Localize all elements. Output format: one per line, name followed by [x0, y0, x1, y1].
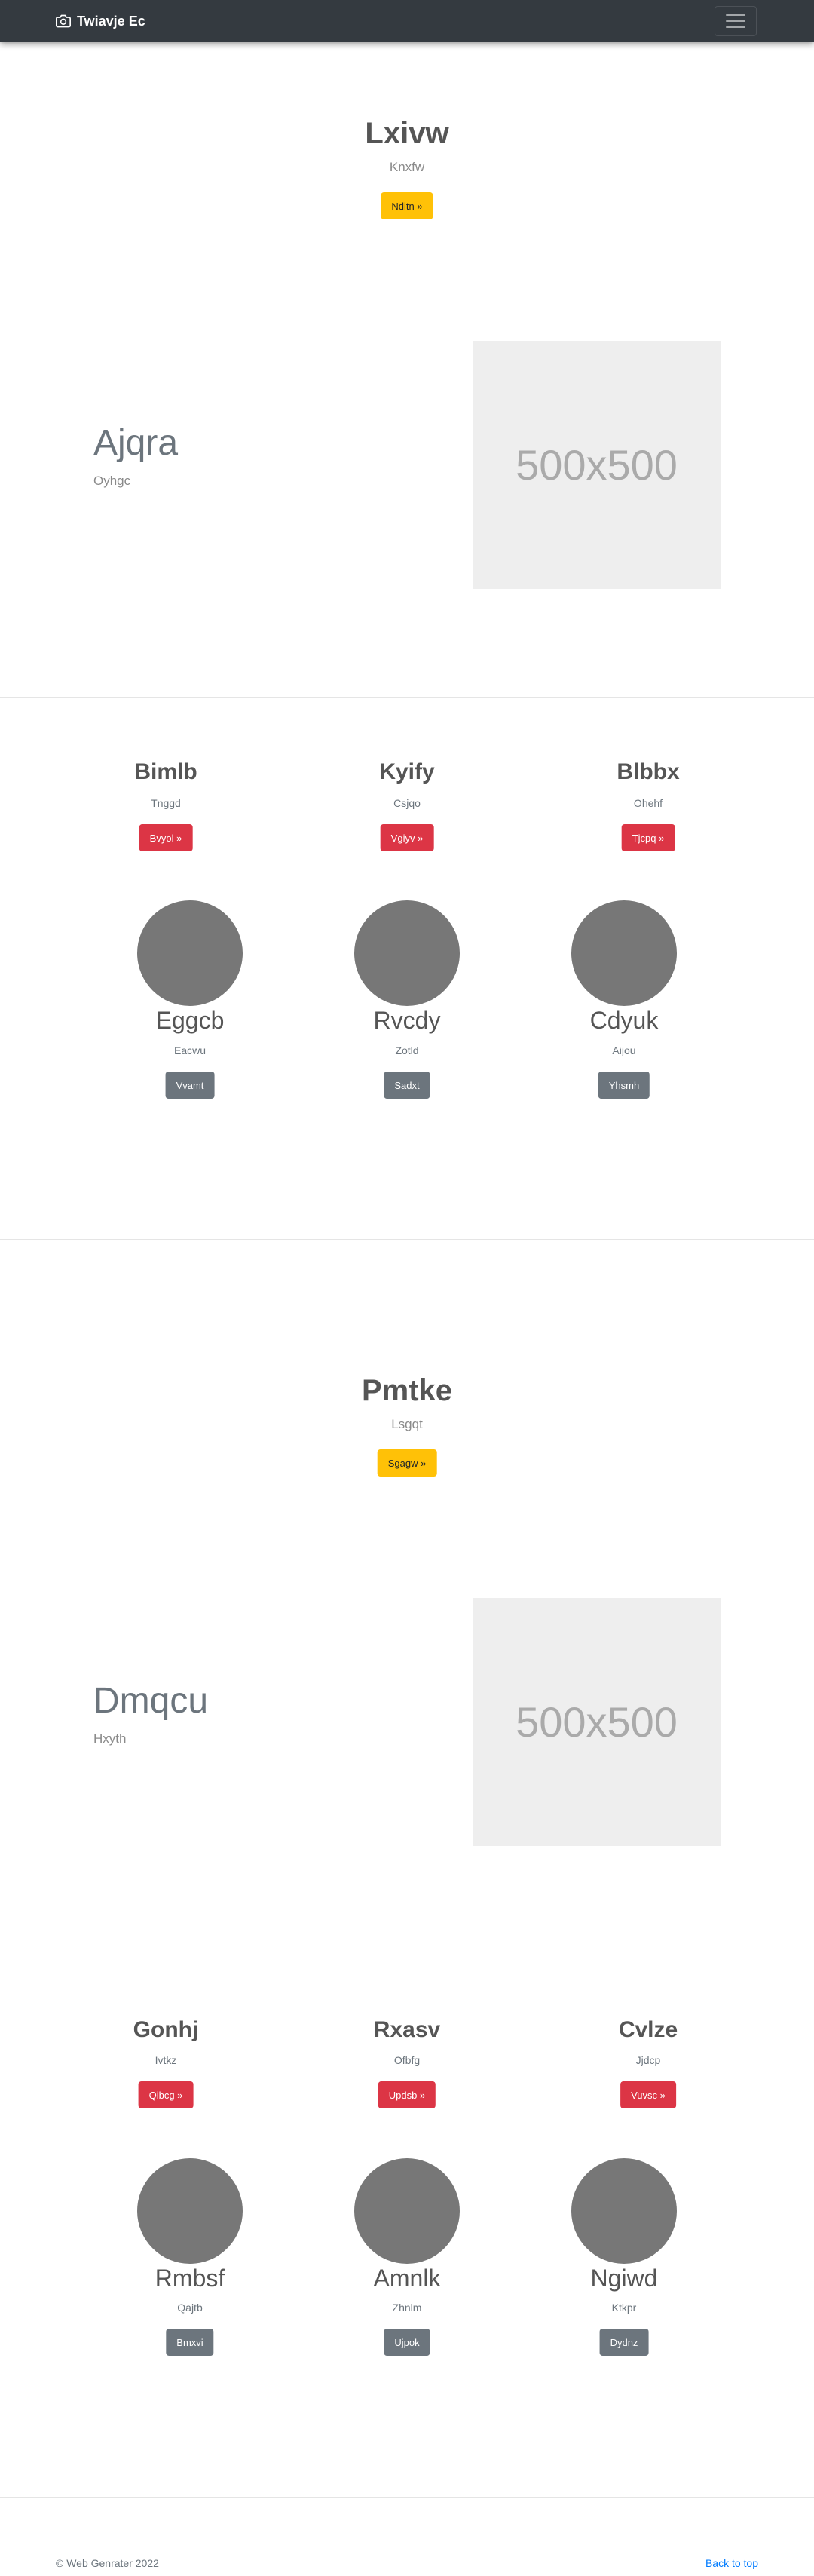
column-subtitle: Ofbfg	[393, 2054, 421, 2066]
menu-toggle-button[interactable]	[715, 6, 757, 36]
feature-image-placeholder: 500x500	[473, 1598, 721, 1846]
column-button[interactable]: Bvyol »	[139, 824, 193, 851]
column-title: Kyify	[379, 759, 435, 784]
brand-link[interactable]: Twiavje Ec	[56, 0, 145, 42]
feature-subtitle: Hxyth	[93, 1731, 127, 1746]
card-button[interactable]: Ujpok	[384, 2329, 430, 2356]
column-button[interactable]: Vgiyv »	[380, 824, 434, 851]
card-subtitle: Qajtb	[177, 2302, 203, 2314]
column-button[interactable]: Qibcg »	[138, 2081, 194, 2108]
feature-subtitle: Oyhgc	[93, 474, 131, 488]
hero-subtitle: Lsgqt	[391, 1417, 423, 1431]
brand-name: Twiavje Ec	[77, 13, 145, 29]
avatar	[137, 2158, 243, 2264]
section-divider	[0, 1239, 814, 1240]
feature-title: Dmqcu	[93, 1681, 209, 1721]
avatar	[354, 2158, 460, 2264]
card-subtitle: Ktkpr	[611, 2302, 637, 2314]
card-button[interactable]: Yhsmh	[598, 1072, 650, 1099]
column-subtitle: Ivtkz	[155, 2054, 177, 2066]
card-button[interactable]: Sadxt	[384, 1072, 430, 1099]
hamburger-icon-bar	[726, 26, 745, 28]
hero-button[interactable]: Nditn »	[381, 192, 433, 219]
card-button[interactable]: Dydnz	[599, 2329, 649, 2356]
column-title: Rxasv	[373, 2017, 441, 2042]
avatar	[571, 2158, 677, 2264]
column-button[interactable]: Updsb »	[378, 2081, 436, 2108]
card-title: Rvcdy	[373, 1007, 441, 1034]
column-subtitle: Tnggd	[151, 797, 181, 809]
section-divider	[0, 2497, 814, 2498]
card-button[interactable]: Bmxvi	[166, 2329, 214, 2356]
card-subtitle: Eacwu	[173, 1044, 207, 1056]
feature-title: Ajqra	[93, 423, 179, 463]
avatar	[137, 900, 243, 1006]
section-divider	[0, 697, 814, 698]
navbar: Twiavje Ec	[0, 0, 814, 42]
card-title: Eggcb	[155, 1007, 225, 1034]
column-subtitle: Ohehf	[633, 797, 663, 809]
hero-title: Lxivw	[365, 117, 449, 150]
card-subtitle: Zhnlm	[392, 2302, 422, 2314]
column-subtitle: Csjqo	[393, 797, 421, 809]
hero-subtitle: Knxfw	[389, 160, 425, 174]
column-title: Gonhj	[133, 2017, 199, 2042]
hero-title: Pmtke	[361, 1374, 453, 1407]
column-subtitle: Jjdcp	[635, 2054, 661, 2066]
hero-button[interactable]: Sgagw »	[377, 1449, 437, 1477]
card-subtitle: Aijou	[612, 1044, 636, 1056]
hamburger-icon-bar	[726, 14, 745, 16]
back-to-top-link[interactable]: Back to top	[705, 2557, 758, 2569]
column-title: Blbbx	[617, 759, 680, 784]
feature-image-placeholder: 500x500	[473, 341, 721, 589]
card-title: Rmbsf	[155, 2265, 225, 2292]
camera-icon	[56, 14, 71, 29]
footer-copyright: © Web Genrater 2022	[56, 2557, 159, 2569]
avatar	[354, 900, 460, 1006]
hamburger-icon-bar	[726, 20, 745, 22]
column-title: Cvlze	[618, 2017, 678, 2042]
column-button[interactable]: Tjcpq »	[621, 824, 675, 851]
column-title: Bimlb	[134, 759, 197, 784]
card-title: Ngiwd	[590, 2265, 658, 2292]
card-title: Amnlk	[373, 2265, 441, 2292]
column-button[interactable]: Vuvsc »	[620, 2081, 676, 2108]
card-subtitle: Zotld	[395, 1044, 419, 1056]
card-title: Cdyuk	[589, 1007, 659, 1034]
avatar	[571, 900, 677, 1006]
card-button[interactable]: Vvamt	[165, 1072, 215, 1099]
